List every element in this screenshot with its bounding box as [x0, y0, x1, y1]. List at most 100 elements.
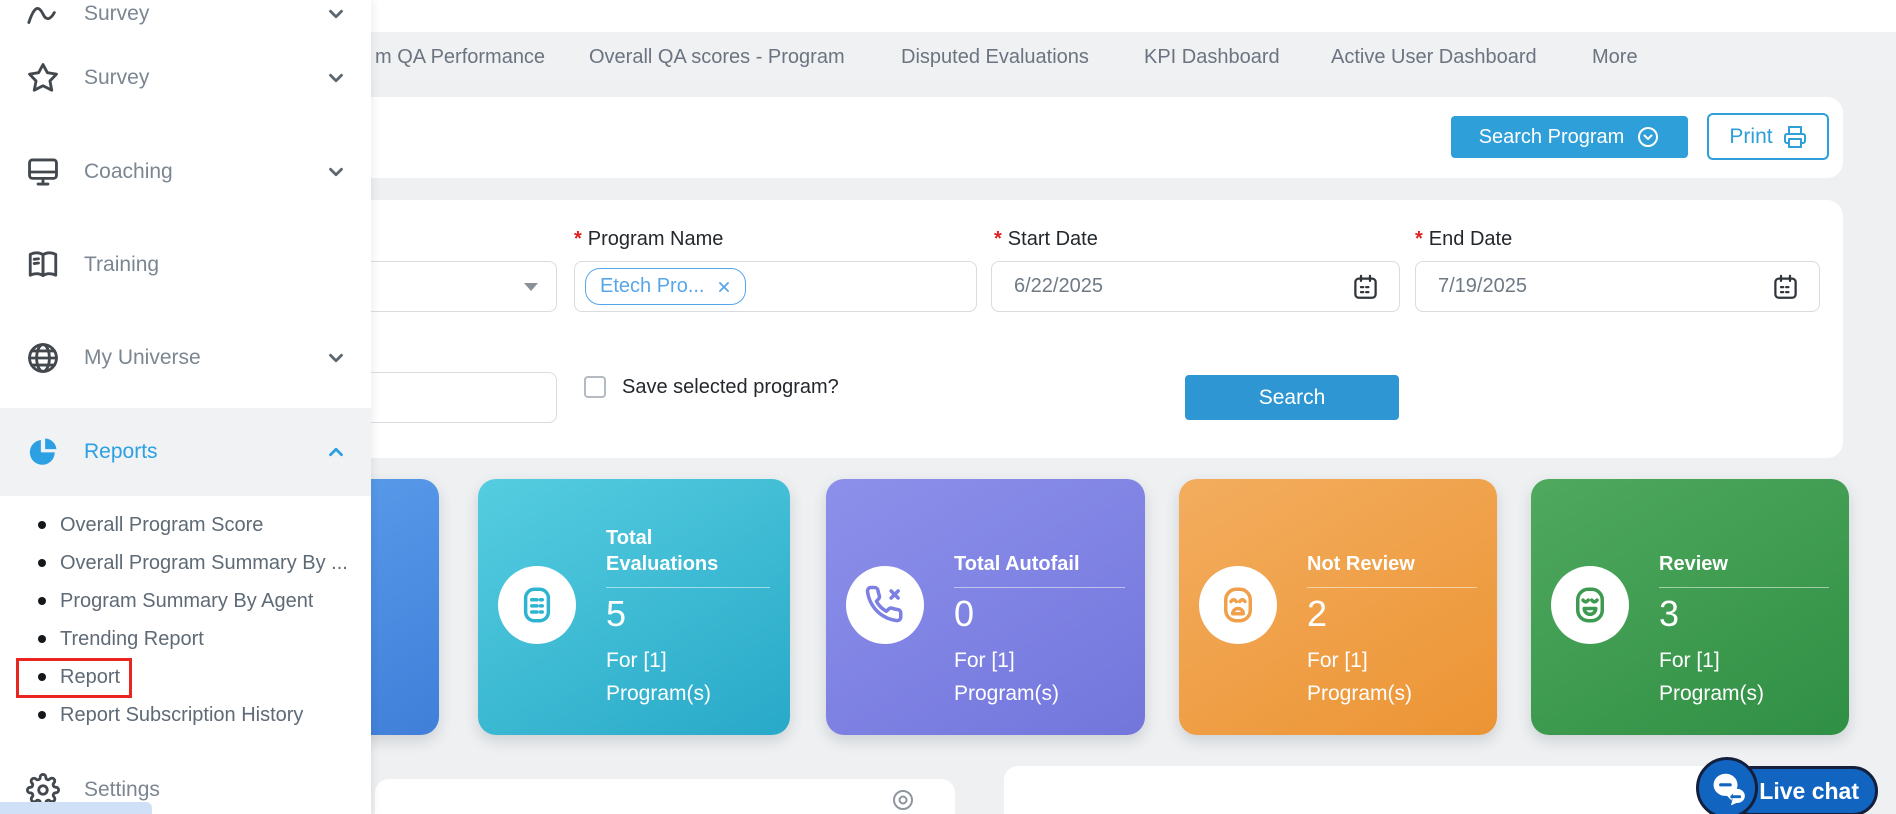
header-card: Search Program Print: [340, 97, 1843, 178]
sidebar-item-survey-partial[interactable]: Survey: [0, 0, 371, 42]
report-highlight-box: [16, 658, 132, 698]
chevron-circle-down-icon: [1636, 125, 1660, 149]
start-date-value: 6/22/2025: [992, 275, 1352, 298]
bottom-left-card: [375, 779, 955, 814]
stat-title: Total Evaluations: [606, 523, 751, 577]
dropdown-caret-icon: [524, 283, 538, 291]
tab-kpi-dashboard[interactable]: KPI Dashboard: [1144, 32, 1280, 82]
tab-overall-qa-scores-program[interactable]: Overall QA scores - Program: [589, 32, 845, 82]
star-icon: [26, 61, 60, 95]
stat-subtitle: For [1]Program(s): [606, 644, 770, 710]
program-name-multiselect[interactable]: Etech Pro...: [574, 261, 977, 312]
print-label: Print: [1729, 125, 1772, 149]
stat-subtitle: For [1]Program(s): [954, 644, 1125, 710]
sidebar-item-training[interactable]: Training: [0, 237, 371, 293]
required-asterisk: *: [994, 228, 1002, 251]
stat-value: 0: [954, 594, 1125, 634]
tab-disputed-evaluations[interactable]: Disputed Evaluations: [901, 32, 1089, 82]
program-chip-label: Etech Pro...: [600, 275, 705, 298]
end-date-label: * End Date: [1415, 228, 1512, 251]
stat-card-total-evaluations: Total Evaluations 5 For [1]Program(s): [478, 479, 790, 735]
submenu-program-summary-by-agent[interactable]: Program Summary By Agent: [0, 582, 371, 620]
search-form-card: * Program Name * Start Date * End Date E…: [340, 200, 1843, 458]
program-chip[interactable]: Etech Pro...: [585, 268, 746, 305]
stat-card-review: Review 3 For [1]Program(s): [1531, 479, 1849, 735]
save-program-checkbox-label: Save selected program?: [622, 376, 839, 399]
search-program-button[interactable]: Search Program: [1451, 116, 1688, 158]
sidebar-item-reports[interactable]: Reports: [0, 408, 371, 496]
stat-title: Review: [1659, 523, 1804, 577]
stat-divider: [606, 587, 770, 588]
stat-title: Total Autofail: [954, 523, 1099, 577]
sidebar-item-label: Survey: [84, 2, 325, 26]
print-button[interactable]: Print: [1707, 113, 1829, 160]
submenu-trending-report[interactable]: Trending Report: [0, 620, 371, 658]
sidebar: Survey Survey Coaching: [0, 0, 371, 814]
pulse-icon: [26, 0, 60, 31]
bullet-icon: [38, 521, 46, 529]
search-program-label: Search Program: [1479, 126, 1625, 149]
phone-x-icon: [846, 566, 924, 644]
stat-value: 2: [1307, 594, 1477, 634]
globe-icon: [26, 341, 60, 375]
search-button[interactable]: Search: [1185, 375, 1399, 420]
bullet-icon: [38, 711, 46, 719]
calendar-icon[interactable]: [1772, 273, 1799, 300]
book-icon: [26, 248, 60, 282]
sad-face-icon: [1199, 566, 1277, 644]
stat-title: Not Review: [1307, 523, 1452, 577]
stat-value: 5: [606, 594, 770, 634]
chevron-down-icon: [325, 161, 347, 183]
printer-icon: [1783, 125, 1807, 149]
sidebar-item-label: Coaching: [84, 160, 325, 184]
sidebar-item-label: Training: [84, 253, 371, 277]
sidebar-item-label: Reports: [84, 440, 325, 464]
end-date-input[interactable]: 7/19/2025: [1415, 261, 1820, 312]
tab-more[interactable]: More: [1592, 32, 1638, 82]
submenu-overall-program-score[interactable]: Overall Program Score: [0, 506, 371, 544]
stat-subtitle: For [1]Program(s): [1659, 644, 1829, 710]
submenu-overall-program-summary-by[interactable]: Overall Program Summary By ...: [0, 544, 371, 582]
tooltip-fragment: [0, 802, 152, 814]
hidden-left-select[interactable]: [340, 261, 557, 312]
hidden-left-input[interactable]: [340, 372, 557, 423]
sidebar-item-label: Settings: [84, 778, 371, 802]
app-screen: m QA Performance Overall QA scores - Pro…: [0, 0, 1896, 814]
bullet-icon: [38, 597, 46, 605]
chevron-up-icon: [325, 441, 347, 463]
start-date-label: * Start Date: [994, 228, 1098, 251]
program-name-label: * Program Name: [574, 228, 723, 251]
end-date-value: 7/19/2025: [1416, 275, 1772, 298]
sidebar-item-label: My Universe: [84, 346, 325, 370]
start-date-input[interactable]: 6/22/2025: [991, 261, 1400, 312]
chevron-down-icon: [325, 3, 347, 25]
sidebar-item-survey[interactable]: Survey: [0, 50, 371, 106]
calendar-icon[interactable]: [1352, 273, 1379, 300]
chip-close-icon[interactable]: [717, 280, 731, 294]
tab-active-user-dashboard[interactable]: Active User Dashboard: [1331, 32, 1537, 82]
monitor-icon: [26, 155, 60, 189]
submenu-report-subscription-history[interactable]: Report Subscription History: [0, 696, 371, 734]
bullet-icon: [38, 635, 46, 643]
sidebar-item-label: Survey: [84, 66, 325, 90]
sidebar-item-coaching[interactable]: Coaching: [0, 144, 371, 200]
chevron-down-icon: [325, 347, 347, 369]
stat-divider: [954, 587, 1125, 588]
chevron-down-icon: [325, 67, 347, 89]
stat-divider: [1659, 587, 1829, 588]
live-chat-label: Live chat: [1759, 778, 1859, 805]
stat-card-not-review: Not Review 2 For [1]Program(s): [1179, 479, 1497, 735]
required-asterisk: *: [1415, 228, 1423, 251]
list-icon: [498, 566, 576, 644]
sidebar-item-my-universe[interactable]: My Universe: [0, 330, 371, 386]
bullet-icon: [38, 559, 46, 567]
target-icon[interactable]: [891, 788, 915, 812]
pie-chart-icon: [26, 435, 60, 469]
stat-divider: [1307, 587, 1477, 588]
save-program-checkbox[interactable]: [584, 376, 606, 398]
stat-subtitle: For [1]Program(s): [1307, 644, 1477, 710]
live-chat-bubble-icon[interactable]: [1696, 757, 1758, 814]
stat-value: 3: [1659, 594, 1829, 634]
stat-card-total-autofail: Total Autofail 0 For [1]Program(s): [826, 479, 1145, 735]
tab-team-qa-performance[interactable]: m QA Performance: [375, 32, 545, 82]
